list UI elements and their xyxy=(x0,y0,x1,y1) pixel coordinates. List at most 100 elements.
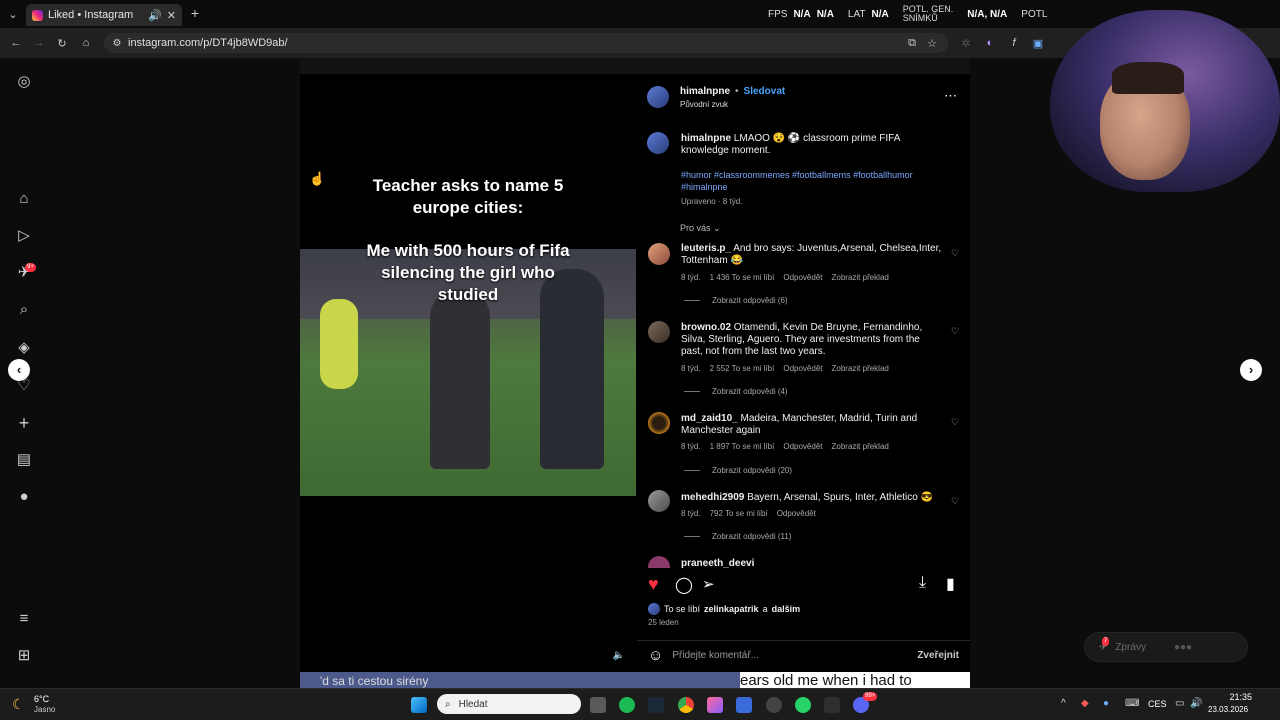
messages-button[interactable]: ✈ Zprávy ●●● xyxy=(1084,632,1248,662)
likes-user[interactable]: zelinkapatrik xyxy=(704,604,759,614)
clock-time[interactable]: 21:35 xyxy=(1212,692,1252,702)
tab-list-chevron-icon[interactable]: ⌄ xyxy=(6,7,20,21)
start-windows-icon[interactable] xyxy=(411,697,427,713)
comment-avatar[interactable] xyxy=(648,321,670,343)
comment-like-count[interactable]: 1 897 To se mi líbí xyxy=(710,442,775,451)
steam-icon[interactable] xyxy=(648,697,664,713)
language-indicator[interactable]: CES xyxy=(1148,699,1167,709)
audio-label[interactable]: Původní zvuk xyxy=(680,100,728,109)
explore-nav-icon[interactable]: ◈ xyxy=(14,338,34,358)
site-info-icon[interactable]: ⚙ xyxy=(111,36,123,50)
taskbar-search[interactable]: ⌕ Hledat xyxy=(437,694,581,714)
comment-username[interactable]: md_zaid10_ xyxy=(681,413,738,424)
weather-moon-icon[interactable]: ☾ xyxy=(12,696,25,713)
follow-button[interactable]: Sledovat xyxy=(744,86,786,97)
forward-icon[interactable]: → xyxy=(32,36,46,50)
bookmark-star-icon[interactable]: ☆ xyxy=(926,36,938,50)
comment-avatar[interactable] xyxy=(648,412,670,434)
volume-icon[interactable]: 🔊 xyxy=(1190,698,1202,709)
comment-like-heart-icon[interactable]: ♡ xyxy=(951,326,959,337)
search-nav-icon[interactable]: ⌕ xyxy=(14,300,34,320)
clock-date[interactable]: 23.03.2026 xyxy=(1208,705,1248,714)
comment-username[interactable]: praneeth_deevi xyxy=(681,558,754,568)
view-replies-button[interactable]: Zobrazit odpovědi (11) xyxy=(684,532,791,541)
reload-icon[interactable]: ↻ xyxy=(55,36,69,50)
spotify-icon[interactable] xyxy=(619,697,635,713)
keyboard-icon[interactable]: ⌨ xyxy=(1125,698,1139,709)
comment-avatar[interactable] xyxy=(648,556,670,568)
caption-author[interactable]: himalnpne xyxy=(681,133,731,144)
install-app-icon[interactable]: ⧉ xyxy=(906,36,918,50)
weather-temp[interactable]: 6°C xyxy=(34,694,49,704)
download-icon[interactable]: ⤓ xyxy=(919,574,926,592)
view-replies-button[interactable]: Zobrazit odpovědi (4) xyxy=(684,387,788,396)
task-view-icon[interactable] xyxy=(590,697,606,713)
create-nav-icon[interactable]: + xyxy=(14,413,34,433)
comment-username[interactable]: mehedhi2909 xyxy=(681,492,744,503)
settings-gear-icon[interactable] xyxy=(766,697,782,713)
next-post-arrow-icon[interactable]: › xyxy=(1240,359,1262,381)
share-icon[interactable]: ➢ xyxy=(702,575,715,593)
reply-button[interactable]: Odpovědět xyxy=(777,509,816,518)
author-username[interactable]: himalnpne xyxy=(680,86,730,97)
reply-button[interactable]: Odpovědět xyxy=(783,364,822,373)
tray-chevron-icon[interactable]: ^ xyxy=(1061,698,1066,709)
mute-icon[interactable]: 🔈 xyxy=(612,648,626,662)
extension-puzzle-icon[interactable]: ✲ xyxy=(960,36,972,50)
comment-icon[interactable]: ◯ xyxy=(675,575,693,595)
back-icon[interactable]: ← xyxy=(9,36,23,50)
browser-tab[interactable]: Liked • Instagram 🔊 ✕ xyxy=(26,4,182,26)
author-avatar[interactable] xyxy=(647,86,669,108)
likes-summary[interactable]: To se líbí zelinkapatrik a dalším xyxy=(648,603,800,615)
view-replies-button[interactable]: Zobrazit odpovědi (6) xyxy=(684,296,788,305)
font-extension-icon[interactable]: f xyxy=(1008,36,1020,50)
more-menu-icon[interactable]: ≡ xyxy=(14,609,34,629)
previous-post-arrow-icon[interactable]: ‹ xyxy=(8,359,30,381)
new-tab-icon[interactable]: + xyxy=(188,5,202,21)
also-from-meta-icon[interactable]: ⊞ xyxy=(14,646,34,666)
reply-button[interactable]: Odpovědět xyxy=(783,442,822,451)
comment-like-heart-icon[interactable]: ♡ xyxy=(951,496,959,507)
chrome-icon[interactable] xyxy=(678,697,694,713)
comments-sort-dropdown[interactable]: Pro vás ⌄ xyxy=(680,223,721,234)
comment-input[interactable]: Přidejte komentář... xyxy=(672,650,917,661)
tray-app-icon[interactable]: ◆ xyxy=(1081,698,1089,709)
liked-heart-icon[interactable]: ♥ xyxy=(648,574,659,595)
whatsapp-icon[interactable] xyxy=(795,697,811,713)
comment-like-count[interactable]: 2 552 To se mi líbí xyxy=(710,364,775,373)
caption-author-avatar[interactable] xyxy=(647,132,669,154)
more-options-icon[interactable]: ⋯ xyxy=(944,88,957,104)
home-nav-icon[interactable]: ⌂ xyxy=(14,189,34,209)
translate-button[interactable]: Zobrazit překlad xyxy=(832,364,889,373)
comment-avatar[interactable] xyxy=(648,490,670,512)
saved-bookmark-icon[interactable]: ▮ xyxy=(946,574,955,594)
speaker-icon[interactable]: 🔊 xyxy=(148,9,162,22)
likes-more[interactable]: dalším xyxy=(772,604,801,614)
photos-icon[interactable] xyxy=(707,697,723,713)
extension-icon[interactable]: ◐ xyxy=(984,36,996,50)
instagram-logo-icon[interactable]: ◎ xyxy=(14,72,34,92)
profile-avatar-icon[interactable]: ● xyxy=(14,487,34,507)
microphone-icon[interactable]: ● xyxy=(1103,698,1109,709)
dashboard-nav-icon[interactable]: ▤ xyxy=(14,450,34,470)
translate-button[interactable]: Zobrazit překlad xyxy=(832,273,889,282)
reply-button[interactable]: Odpovědět xyxy=(783,273,822,282)
epic-games-icon[interactable] xyxy=(824,697,840,713)
close-tab-icon[interactable]: ✕ xyxy=(167,9,176,22)
comment-like-heart-icon[interactable]: ♡ xyxy=(951,248,959,259)
translate-button[interactable]: Zobrazit překlad xyxy=(832,442,889,451)
comment-like-count[interactable]: 792 To se mi líbí xyxy=(710,509,768,518)
comment-username[interactable]: leuteris.p_ xyxy=(681,243,731,254)
view-replies-button[interactable]: Zobrazit odpovědi (20) xyxy=(684,466,792,475)
emoji-icon[interactable]: ☺ xyxy=(648,647,663,664)
reels-nav-icon[interactable]: ▷ xyxy=(14,226,34,246)
url-field[interactable]: ⚙ instagram.com/p/DT4jb8WD9ab/ ⧉ ☆ xyxy=(104,33,948,53)
comment-like-count[interactable]: 1 436 To se mi líbí xyxy=(710,273,775,282)
caption-hashtags[interactable]: #humor #classroommemes #footballmems #fo… xyxy=(681,169,943,193)
save-app-icon[interactable] xyxy=(736,697,752,713)
comment-like-heart-icon[interactable]: ♡ xyxy=(951,417,959,428)
comment-avatar[interactable] xyxy=(648,243,670,265)
home-icon[interactable]: ⌂ xyxy=(79,36,93,50)
network-icon[interactable]: ▭ xyxy=(1175,698,1184,709)
post-comment-button[interactable]: Zveřejnit xyxy=(917,650,959,661)
